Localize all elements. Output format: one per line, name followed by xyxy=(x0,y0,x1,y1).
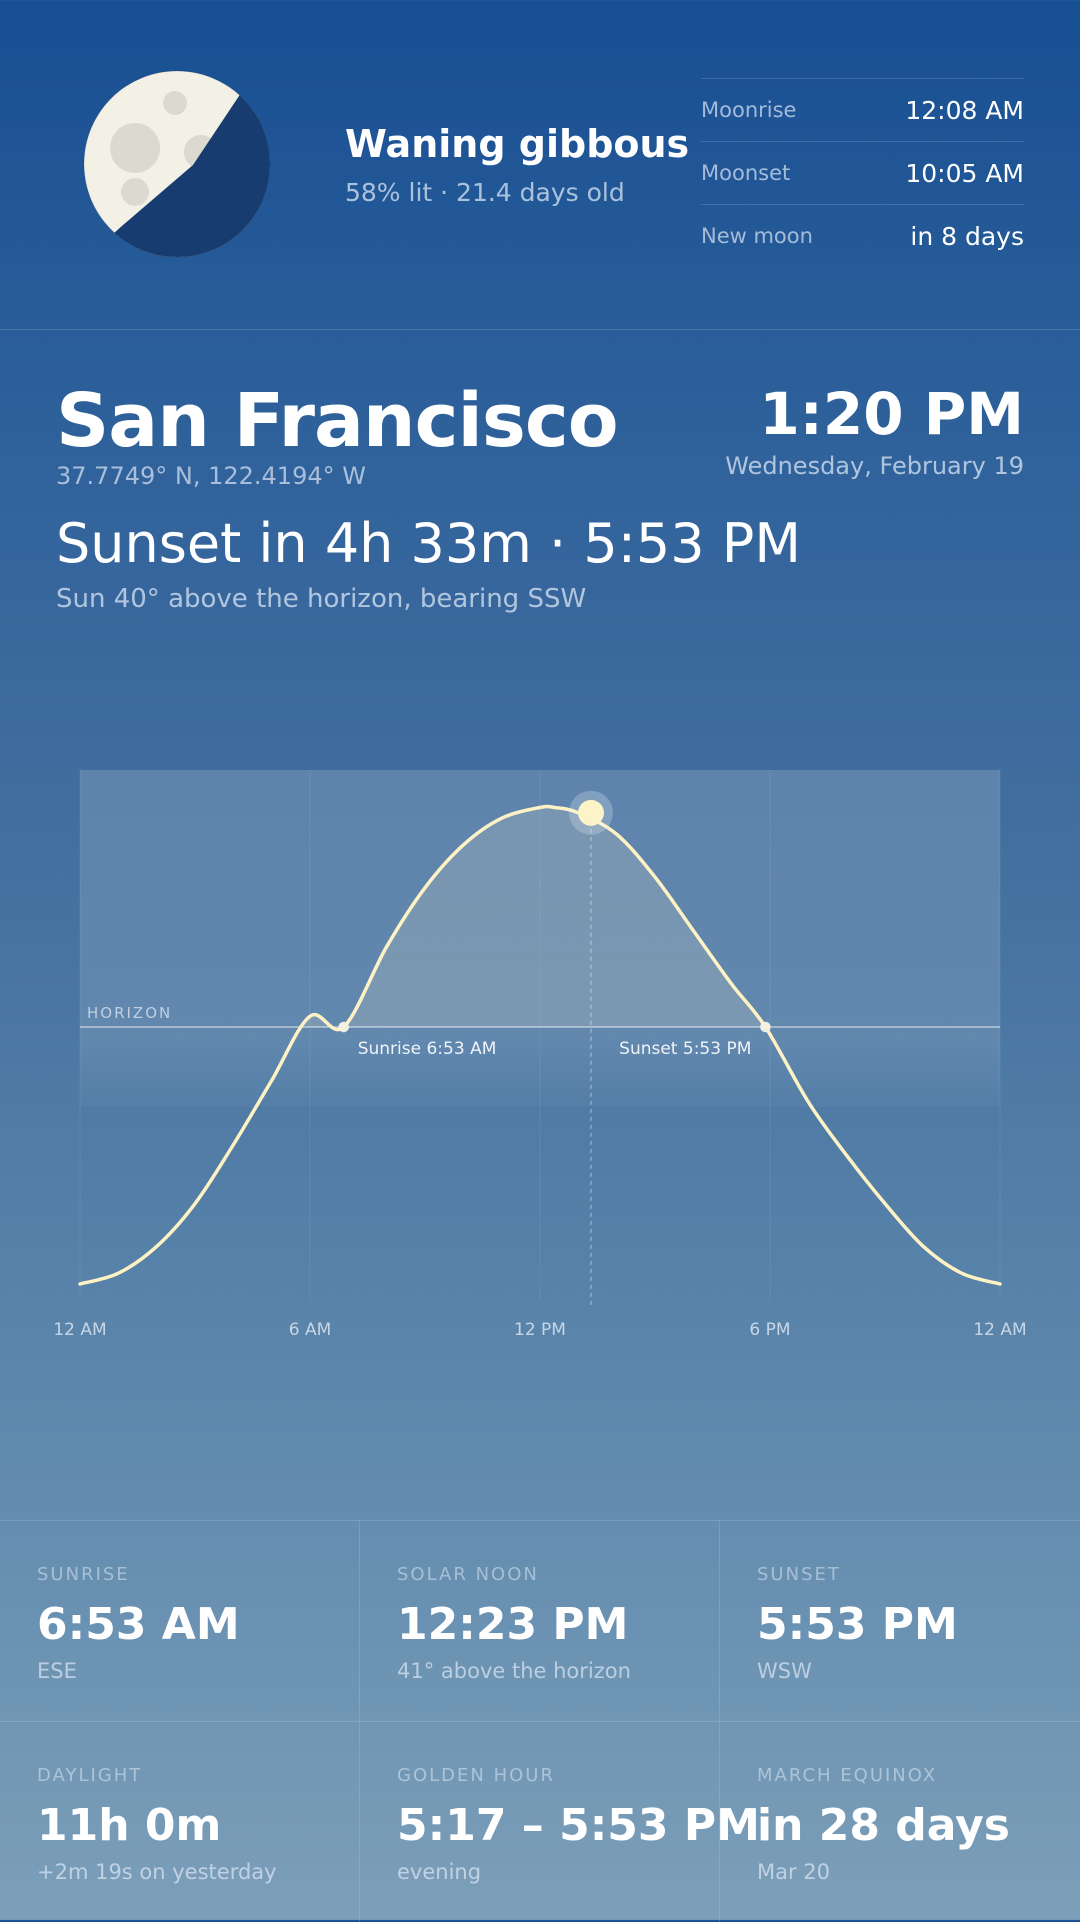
stats-row: SUNRISE 6:53 AM ESE SOLAR NOON 12:23 PM … xyxy=(0,1521,1080,1722)
stat-label: MARCH EQUINOX xyxy=(757,1765,938,1786)
sunset-marker xyxy=(759,1021,771,1033)
sun-position-summary: Sun 40° above the horizon, bearing SSW xyxy=(56,584,587,614)
current-date: Wednesday, February 19 xyxy=(725,452,1024,480)
moon-phase-name: Waning gibbous xyxy=(345,122,690,166)
horizon-label: HORIZON xyxy=(87,1004,172,1022)
stat-label: SUNSET xyxy=(757,1564,841,1585)
current-time: 1:20 PM xyxy=(759,380,1024,448)
stat-sub: ESE xyxy=(37,1659,77,1683)
stat-label: GOLDEN HOUR xyxy=(397,1765,555,1786)
new-moon-row: New moon in 8 days xyxy=(701,205,1024,267)
moonset-value: 10:05 AM xyxy=(905,158,1024,188)
stat-sub: 41° above the horizon xyxy=(397,1659,631,1683)
moonset-row: Moonset 10:05 AM xyxy=(701,142,1024,205)
sunrise-marker-label: Sunrise 6:53 AM xyxy=(358,1039,497,1059)
new-moon-label: New moon xyxy=(701,224,813,248)
sun-stats-grid: SUNRISE 6:53 AM ESE SOLAR NOON 12:23 PM … xyxy=(0,1520,1080,1922)
stat-march-equinox: MARCH EQUINOX in 28 days Mar 20 xyxy=(720,1722,1080,1922)
stat-value: 11h 0m xyxy=(37,1800,222,1851)
coordinates: 37.7749° N, 122.4194° W xyxy=(56,462,366,490)
sunset-marker-label: Sunset 5:53 PM xyxy=(619,1039,751,1059)
moon-section: Waning gibbous 58% lit · 21.4 days old M… xyxy=(0,0,1080,330)
stat-value: 6:53 AM xyxy=(37,1599,240,1650)
stat-solar-noon: SOLAR NOON 12:23 PM 41° above the horizo… xyxy=(360,1521,720,1721)
x-tick-label: 6 AM xyxy=(289,1320,332,1340)
stat-daylight: DAYLIGHT 11h 0m +2m 19s on yesterday xyxy=(0,1722,360,1922)
moonset-label: Moonset xyxy=(701,161,791,185)
stat-label: DAYLIGHT xyxy=(37,1765,143,1786)
stat-sub: Mar 20 xyxy=(757,1860,831,1884)
stat-label: SOLAR NOON xyxy=(397,1564,539,1585)
stat-sub: evening xyxy=(397,1860,482,1884)
moon-phase-icon xyxy=(83,70,271,258)
stat-value: 5:53 PM xyxy=(757,1599,958,1650)
moon-times-table: Moonrise 12:08 AM Moonset 10:05 AM New m… xyxy=(701,78,1024,267)
stat-value: in 28 days xyxy=(757,1800,1010,1851)
sunrise-marker xyxy=(338,1021,350,1033)
x-tick-label: 12 AM xyxy=(973,1320,1026,1340)
sun-path-chart: HORIZON Sunrise 6:53 AM Sunset 5:53 PM 12 A… xyxy=(53,770,1027,1340)
stats-row: DAYLIGHT 11h 0m +2m 19s on yesterday GOL… xyxy=(0,1722,1080,1922)
x-tick-label: 12 AM xyxy=(53,1320,106,1340)
stat-sub: WSW xyxy=(757,1659,812,1683)
x-tick-label: 12 PM xyxy=(514,1320,566,1340)
stat-value: 5:17 – 5:53 PM xyxy=(397,1800,760,1851)
x-tick-label: 6 PM xyxy=(749,1320,790,1340)
stat-value: 12:23 PM xyxy=(397,1599,629,1650)
moonrise-value: 12:08 AM xyxy=(905,95,1024,125)
new-moon-value: in 8 days xyxy=(910,221,1024,251)
stat-golden-hour: GOLDEN HOUR 5:17 – 5:53 PM evening xyxy=(360,1722,760,1922)
city-name: San Francisco xyxy=(56,378,619,464)
sunset-countdown: Sunset in 4h 33m · 5:53 PM xyxy=(56,512,801,575)
stat-sunrise: SUNRISE 6:53 AM ESE xyxy=(0,1521,360,1721)
moon-phase-detail: 58% lit · 21.4 days old xyxy=(345,178,625,207)
stat-sub: +2m 19s on yesterday xyxy=(37,1860,277,1884)
current-sun-icon xyxy=(577,799,604,826)
moonrise-label: Moonrise xyxy=(701,98,797,122)
stat-sunset: SUNSET 5:53 PM WSW xyxy=(720,1521,1080,1721)
stat-label: SUNRISE xyxy=(37,1564,130,1585)
moonrise-row: Moonrise 12:08 AM xyxy=(701,79,1024,142)
